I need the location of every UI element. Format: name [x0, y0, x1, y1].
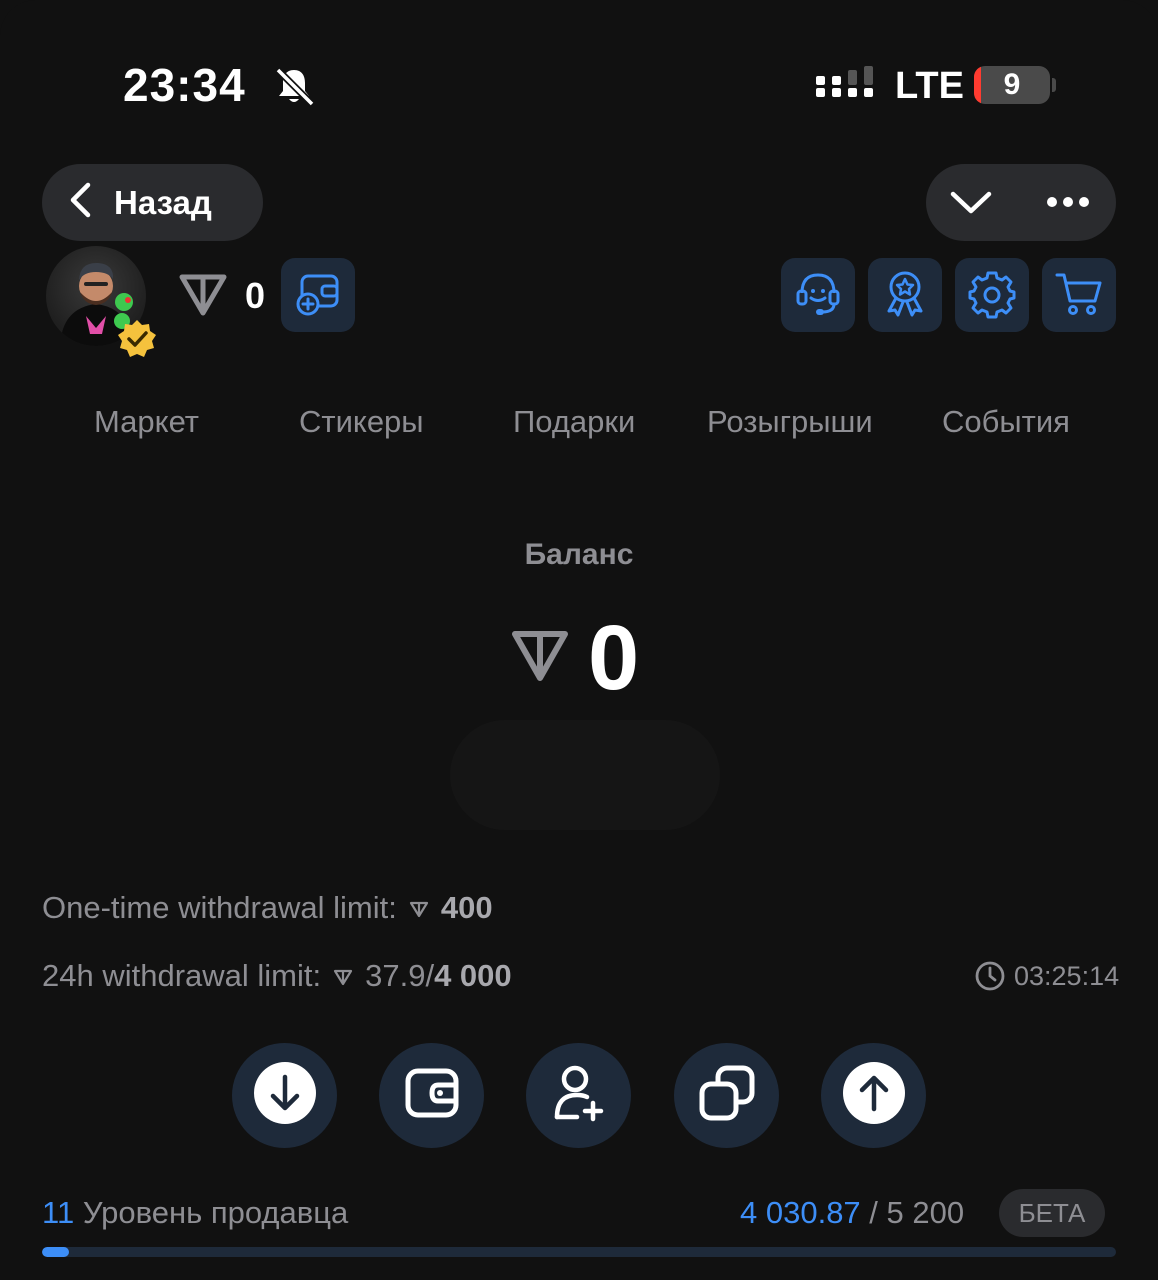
- ton-icon: [409, 890, 429, 926]
- status-time: 23:34: [123, 59, 246, 111]
- headset-icon: [792, 267, 844, 324]
- wallet-button[interactable]: [379, 1043, 484, 1148]
- tab-giveaways[interactable]: Розыгрыши: [707, 404, 873, 440]
- award-icon: [879, 267, 931, 324]
- header-ton-balance: 0: [245, 275, 266, 316]
- achievements-button[interactable]: [868, 258, 942, 332]
- daily-limit-label: 24h withdrawal limit:: [42, 958, 322, 993]
- clock-icon: [975, 961, 1005, 991]
- seller-progress-fill: [42, 1247, 69, 1257]
- daily-limit: 24h withdrawal limit: 37.9/ 4 000: [42, 958, 512, 994]
- one-time-limit-value: 400: [440, 890, 493, 925]
- gear-icon: [966, 267, 1018, 324]
- balance-label: Баланс: [524, 538, 634, 571]
- limit-timer-value: 03:25:14: [1014, 960, 1120, 991]
- back-label: Назад: [114, 183, 212, 221]
- wallet-icon: [404, 1065, 460, 1126]
- add-user-icon: [551, 1063, 607, 1128]
- copy-icon: [698, 1064, 756, 1127]
- chevron-left-icon: [68, 182, 92, 223]
- tab-stickers[interactable]: Стикеры: [299, 404, 424, 440]
- deposit-button[interactable]: [232, 1043, 337, 1148]
- seller-progress-target: 5 200: [886, 1195, 965, 1230]
- ton-icon: [178, 272, 228, 323]
- balance-value: 0: [588, 607, 640, 709]
- seller-progress-bar: [42, 1247, 1116, 1257]
- seller-progress-current: 4 030.87: [740, 1195, 861, 1230]
- seller-level: 11 Уровень продавца: [42, 1195, 348, 1231]
- arrow-down-circle-icon: [253, 1061, 317, 1130]
- back-button[interactable]: Назад: [42, 164, 263, 241]
- add-wallet-button[interactable]: [281, 258, 355, 332]
- copy-button[interactable]: [674, 1043, 779, 1148]
- menu-pill: [926, 164, 1116, 241]
- seller-level-label: Уровень продавца: [82, 1195, 349, 1230]
- withdraw-button[interactable]: [821, 1043, 926, 1148]
- battery-level: 9: [1003, 68, 1021, 101]
- verified-badge-icon: [116, 318, 158, 365]
- one-time-limit: One-time withdrawal limit: 400: [42, 890, 493, 926]
- tab-gifts[interactable]: Подарки: [513, 404, 635, 440]
- cart-button[interactable]: [1042, 258, 1116, 332]
- settings-button[interactable]: [955, 258, 1029, 332]
- seller-progress-text: 4 030.87 / 5 200: [740, 1195, 964, 1231]
- daily-limit-max: 4 000: [434, 958, 512, 993]
- ton-icon: [510, 628, 570, 689]
- skeleton-placeholder: [450, 720, 720, 830]
- app-screen: 23:34 LTE 9 Назад 0 Маркет Стикеры Подар…: [0, 0, 1158, 1280]
- signal-icon: [816, 66, 876, 109]
- tab-events[interactable]: События: [942, 404, 1070, 440]
- invite-button[interactable]: [526, 1043, 631, 1148]
- one-time-limit-label: One-time withdrawal limit:: [42, 890, 397, 925]
- cart-icon: [1053, 267, 1105, 324]
- network-type: LTE: [895, 65, 964, 107]
- ton-icon: [333, 958, 353, 994]
- daily-limit-used: 37.9/: [365, 958, 435, 993]
- battery-indicator: 9: [974, 66, 1050, 104]
- wallet-add-icon: [293, 268, 343, 323]
- bell-muted-icon: [272, 64, 316, 113]
- more-icon[interactable]: [1046, 190, 1090, 219]
- seller-progress-separator: /: [860, 1195, 887, 1230]
- seller-level-number: 11: [42, 1195, 75, 1230]
- battery-nub: [1052, 78, 1056, 92]
- tab-market[interactable]: Маркет: [94, 404, 199, 440]
- limit-timer: 03:25:14: [974, 960, 1119, 992]
- support-button[interactable]: [781, 258, 855, 332]
- beta-badge: БЕТА: [999, 1189, 1105, 1237]
- arrow-up-circle-icon: [842, 1061, 906, 1130]
- chevron-down-icon[interactable]: [949, 186, 993, 223]
